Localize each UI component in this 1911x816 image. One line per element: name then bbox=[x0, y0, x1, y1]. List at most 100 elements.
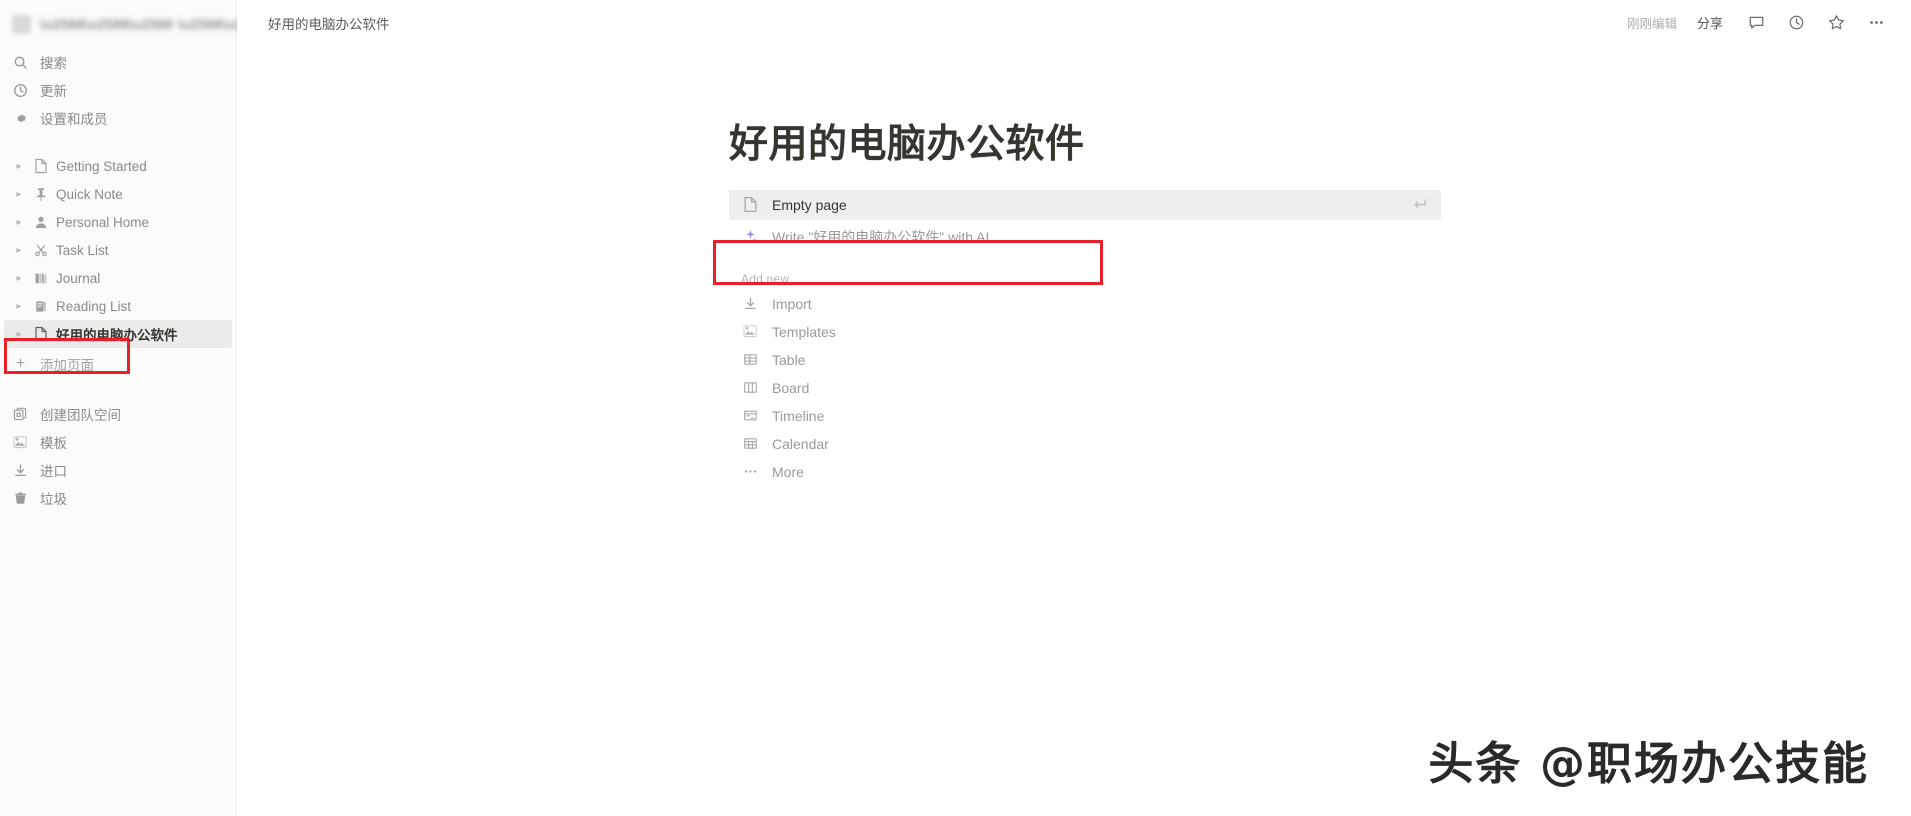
chevron-right-icon[interactable]: ▸ bbox=[12, 189, 26, 200]
person-icon bbox=[32, 213, 50, 231]
add-new-table[interactable]: Table bbox=[729, 346, 1289, 374]
star-icon[interactable] bbox=[1823, 10, 1849, 36]
sidebar-page-getting-started[interactable]: ▸ Getting Started bbox=[4, 152, 232, 180]
import-icon bbox=[12, 462, 29, 479]
chevron-right-icon[interactable]: ▸ bbox=[12, 245, 26, 256]
top-bar: 好用的电脑办公软件 刚刚编辑 分享 bbox=[237, 0, 1911, 45]
clock-icon bbox=[12, 82, 29, 99]
sidebar-bottom-group: 创建团队空间 模板 进口 垃圾 bbox=[0, 400, 236, 512]
page-title[interactable]: 好用的电脑办公软件 bbox=[729, 123, 1911, 168]
add-new-section-label: Add new bbox=[741, 271, 790, 286]
sidebar-page-reading-list[interactable]: ▸ Reading List bbox=[4, 292, 232, 320]
breadcrumb[interactable]: 好用的电脑办公软件 bbox=[262, 10, 396, 36]
watermark: 头条 @职场办公技能 bbox=[1428, 737, 1869, 790]
add-new-label: Calendar bbox=[772, 435, 829, 452]
main-content: 好用的电脑办公软件 刚刚编辑 分享 好用的电脑办公软件 Empty page W… bbox=[237, 0, 1911, 816]
sidebar-page-journal[interactable]: ▸ Journal bbox=[4, 264, 232, 292]
sidebar-item-create-teamspace[interactable]: 创建团队空间 bbox=[0, 400, 236, 428]
workspace-avatar bbox=[12, 14, 31, 34]
books-icon bbox=[32, 269, 50, 287]
sidebar-item-trash[interactable]: 垃圾 bbox=[0, 484, 236, 512]
sidebar-page-label: Task List bbox=[56, 242, 109, 258]
enter-key-icon bbox=[1412, 197, 1427, 212]
add-new-label: Import bbox=[772, 295, 812, 312]
calendar-icon bbox=[741, 436, 759, 451]
add-page-button[interactable]: + 添加页面 bbox=[0, 350, 236, 378]
sidebar-page-current[interactable]: ▸ 好用的电脑办公软件 bbox=[4, 320, 232, 348]
sparkle-icon bbox=[741, 229, 759, 244]
document-body: 好用的电脑办公软件 Empty page Write "好用的电脑办公软件" w… bbox=[237, 45, 1911, 486]
suggestion-label: Write "好用的电脑办公软件" with AI... bbox=[772, 228, 1002, 245]
sidebar-page-label: Reading List bbox=[56, 298, 132, 314]
add-new-label: Templates bbox=[772, 323, 836, 340]
sidebar-page-label: Personal Home bbox=[56, 214, 150, 230]
gear-icon bbox=[12, 110, 29, 127]
chevron-right-icon[interactable]: ▸ bbox=[12, 217, 26, 228]
more-icon bbox=[741, 464, 759, 479]
notion-app-window: \u2588\u2588\u2588 \u2588\u2588\u2588\u2… bbox=[0, 0, 1911, 816]
sidebar-item-search[interactable]: 搜索 bbox=[0, 48, 236, 76]
add-new-label: Timeline bbox=[772, 407, 825, 424]
table-icon bbox=[741, 352, 759, 367]
add-page-label: 添加页面 bbox=[40, 358, 94, 373]
top-bar-actions: 刚刚编辑 分享 bbox=[1627, 10, 1889, 36]
suggestion-label: Empty page bbox=[772, 196, 847, 213]
share-button[interactable]: 分享 bbox=[1691, 10, 1729, 35]
suggestion-write-with-ai[interactable]: Write "好用的电脑办公软件" with AI... bbox=[729, 220, 1441, 254]
sidebar-pages-group: ▸ Getting Started ▸ Quick Note ▸ Persona… bbox=[0, 152, 236, 378]
more-icon[interactable] bbox=[1863, 10, 1889, 36]
sidebar-item-settings[interactable]: 设置和成员 bbox=[0, 104, 236, 132]
suggestion-list: Empty page Write "好用的电脑办公软件" with AI... bbox=[729, 189, 1441, 254]
page-icon bbox=[32, 157, 50, 175]
board-icon bbox=[741, 380, 759, 395]
comment-icon[interactable] bbox=[1743, 10, 1769, 36]
workspace-switcher[interactable]: \u2588\u2588\u2588 \u2588\u2588\u2588\u2… bbox=[0, 6, 414, 42]
chevron-right-icon[interactable]: ▸ bbox=[12, 301, 26, 312]
sidebar-item-label: 搜索 bbox=[40, 56, 67, 71]
add-page-wrapper: + 添加页面 bbox=[0, 350, 236, 378]
add-new-board[interactable]: Board bbox=[729, 374, 1289, 402]
plus-icon: + bbox=[15, 355, 26, 372]
add-new-label: Board bbox=[772, 379, 810, 396]
sidebar-bottom-label: 模板 bbox=[40, 436, 67, 451]
sidebar-item-templates[interactable]: 模板 bbox=[0, 428, 236, 456]
templates-icon bbox=[741, 324, 759, 339]
templates-icon bbox=[12, 434, 29, 451]
suggestion-empty-page[interactable]: Empty page bbox=[729, 189, 1441, 220]
trash-icon bbox=[12, 490, 29, 507]
sidebar-item-label: 更新 bbox=[40, 84, 67, 99]
page-icon bbox=[32, 325, 50, 343]
sidebar-nav-group: 搜索 更新 设置和成员 bbox=[0, 48, 236, 132]
sidebar-page-task-list[interactable]: ▸ Task List bbox=[4, 236, 232, 264]
sidebar-bottom-label: 垃圾 bbox=[40, 492, 67, 507]
sidebar-page-label: Quick Note bbox=[56, 186, 123, 202]
add-new-timeline[interactable]: Timeline bbox=[729, 402, 1289, 430]
search-icon bbox=[12, 54, 29, 71]
sidebar-page-label: Getting Started bbox=[56, 158, 147, 174]
book-icon bbox=[32, 297, 50, 315]
chevron-right-icon[interactable]: ▸ bbox=[12, 329, 26, 340]
import-icon bbox=[741, 296, 759, 311]
sidebar-page-label: Journal bbox=[56, 270, 101, 286]
scissors-icon bbox=[32, 241, 50, 259]
pin-icon bbox=[32, 185, 50, 203]
sidebar-page-personal-home[interactable]: ▸ Personal Home bbox=[4, 208, 232, 236]
sidebar-item-updates[interactable]: 更新 bbox=[0, 76, 236, 104]
add-new-templates[interactable]: Templates bbox=[729, 318, 1289, 346]
add-new-import[interactable]: Import bbox=[729, 290, 1289, 318]
add-new-calendar[interactable]: Calendar bbox=[729, 430, 1289, 458]
chevron-right-icon[interactable]: ▸ bbox=[12, 161, 26, 172]
history-icon[interactable] bbox=[1783, 10, 1809, 36]
sidebar-bottom-label: 创建团队空间 bbox=[40, 408, 121, 423]
add-new-label: More bbox=[772, 463, 804, 480]
page-icon bbox=[741, 196, 759, 213]
sidebar-page-quick-note[interactable]: ▸ Quick Note bbox=[4, 180, 232, 208]
add-new-label: Table bbox=[772, 351, 806, 368]
teamspace-icon bbox=[12, 406, 29, 423]
add-new-more[interactable]: More bbox=[729, 458, 1289, 486]
sidebar-bottom-label: 进口 bbox=[40, 464, 67, 479]
sidebar-item-label: 设置和成员 bbox=[40, 112, 108, 127]
sidebar-item-import[interactable]: 进口 bbox=[0, 456, 236, 484]
chevron-right-icon[interactable]: ▸ bbox=[12, 273, 26, 284]
last-edited-status: 刚刚编辑 bbox=[1626, 17, 1677, 31]
